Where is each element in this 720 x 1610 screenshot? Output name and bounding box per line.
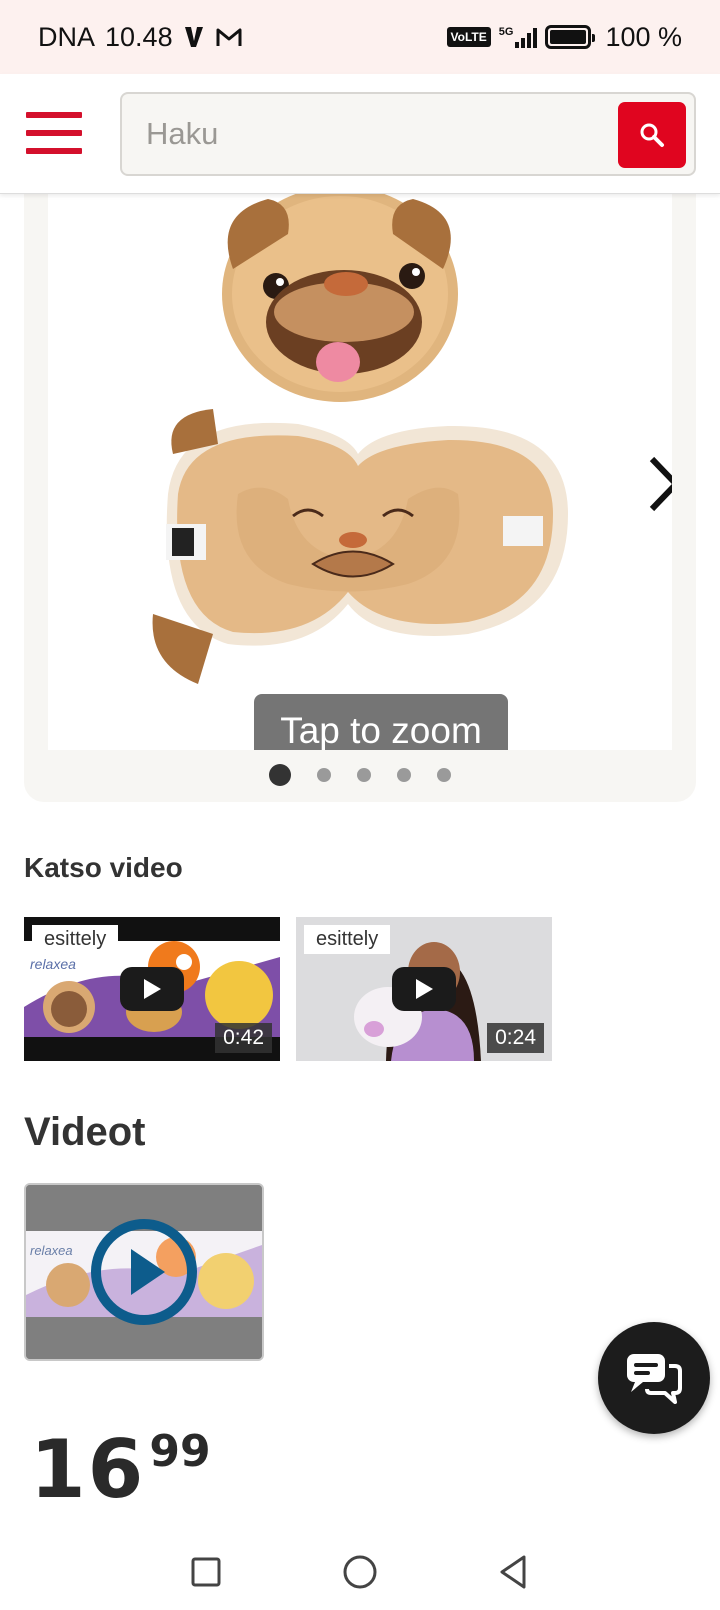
- search-box: [120, 92, 696, 176]
- search-button[interactable]: [618, 102, 686, 168]
- signal-icon: 5G: [499, 26, 538, 48]
- search-input[interactable]: [146, 94, 586, 174]
- play-icon[interactable]: [392, 967, 456, 1011]
- chat-button[interactable]: [598, 1322, 710, 1434]
- tap-to-zoom-hint: Tap to zoom: [254, 694, 508, 750]
- product-gallery: Tap to zoom: [24, 150, 696, 802]
- slide-dot-2[interactable]: [317, 768, 331, 782]
- video-thumbnail-1[interactable]: relaxea esittely 0:42: [24, 917, 280, 1061]
- product-image[interactable]: Tap to zoom: [48, 194, 672, 750]
- video-thumbnail-2[interactable]: esittely 0:24: [296, 917, 552, 1061]
- battery-icon: [545, 25, 596, 49]
- carrier-name: DNA: [38, 21, 96, 52]
- status-left: DNA 10.48: [38, 22, 243, 53]
- play-circle-icon[interactable]: [89, 1217, 199, 1327]
- play-icon[interactable]: [120, 967, 184, 1011]
- gmail-icon: [216, 28, 242, 46]
- site-header: [0, 74, 720, 194]
- network-type: 5G: [498, 26, 514, 38]
- system-nav-bar: [0, 1534, 720, 1610]
- video-1-tag: esittely: [32, 925, 119, 954]
- chat-bubbles-icon: [627, 1354, 682, 1404]
- slide-dot-4[interactable]: [397, 768, 411, 782]
- svg-text:relaxea: relaxea: [30, 1243, 73, 1258]
- slide-dot-5[interactable]: [437, 768, 451, 782]
- hamburger-menu-button[interactable]: [26, 112, 82, 154]
- v-app-icon: [184, 27, 203, 47]
- svg-text:relaxea: relaxea: [30, 956, 76, 972]
- videot-heading: Videot: [24, 1110, 146, 1154]
- video-2-tag: esittely: [304, 925, 391, 954]
- status-bar: DNA 10.48 VoLTE 5G 100 %: [0, 0, 720, 74]
- price-decimals: 99: [149, 1426, 211, 1477]
- video-1-duration: 0:42: [215, 1023, 272, 1053]
- video-2-duration: 0:24: [487, 1023, 544, 1053]
- clock: 10.48: [105, 21, 173, 52]
- home-icon[interactable]: [340, 1552, 380, 1592]
- product-page: DNA 10.48 VoLTE 5G 100 % Tap to zoom Hak…: [0, 0, 720, 1610]
- back-icon[interactable]: [494, 1552, 534, 1592]
- next-image-arrow-icon[interactable]: [638, 449, 672, 519]
- videot-video-thumbnail[interactable]: relaxea: [24, 1183, 264, 1361]
- volte-badge: VoLTE: [446, 27, 491, 47]
- gallery-pagination: [24, 760, 696, 790]
- search-icon: [640, 123, 664, 147]
- katso-video-heading: Katso video: [24, 852, 183, 883]
- slide-dot-1[interactable]: [269, 764, 291, 786]
- battery-level: 100 %: [605, 21, 682, 52]
- recent-apps-icon[interactable]: [186, 1552, 226, 1592]
- pug-plush-illustration: [152, 194, 568, 684]
- slide-dot-3[interactable]: [357, 768, 371, 782]
- status-right: VoLTE 5G 100 %: [446, 21, 682, 53]
- price-integer: 16: [30, 1423, 146, 1516]
- product-price: 16 99: [30, 1430, 211, 1510]
